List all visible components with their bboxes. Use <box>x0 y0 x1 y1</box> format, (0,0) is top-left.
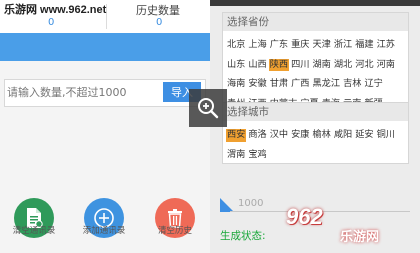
city-item[interactable]: 西安 <box>226 129 247 142</box>
zoom-in-icon <box>198 98 219 119</box>
province-item[interactable]: 福建 <box>354 39 374 52</box>
watermark: 乐游网 www.962.net <box>4 4 107 16</box>
contacts-count: 0 <box>48 17 55 28</box>
province-item[interactable]: 河南 <box>376 59 396 72</box>
status-strip <box>210 0 420 6</box>
province-item[interactable]: 广东 <box>269 39 289 52</box>
province-item[interactable]: 四川 <box>290 59 310 72</box>
quantity-input[interactable] <box>7 83 157 101</box>
province-item[interactable]: 湖南 <box>312 59 332 72</box>
province-item[interactable]: 湖北 <box>333 59 353 72</box>
clear-history-label: 清空历史 <box>157 226 192 236</box>
province-item[interactable]: 海南 <box>226 78 246 91</box>
right-screen: 选择省份 北京 上海 广东 重庆 天津 浙江 福建 江苏山东 山西 陕西 四川 湖南 湖北 河北 河南海南安… <box>210 0 420 253</box>
city-item[interactable]: 铜川 <box>376 129 396 142</box>
city-item[interactable]: 安康 <box>290 129 310 142</box>
import-row: 导入 <box>4 79 206 107</box>
add-contacts-label: 添加通讯录 <box>82 226 126 236</box>
city-item[interactable]: 渭南 <box>226 149 246 162</box>
brand-watermark: 962 <box>286 204 323 229</box>
province-item[interactable]: 山东 <box>226 59 246 72</box>
city-list: 西安 商洛 汉中 安康 榆林 咸阳 延安 铜川渭南 宝鸡 <box>223 121 408 163</box>
city-item[interactable]: 榆林 <box>312 129 332 142</box>
province-item[interactable]: 安徽 <box>247 78 267 91</box>
city-panel: 选择城市 西安 商洛 汉中 安康 榆林 咸阳 延安 铜川渭南 宝鸡 <box>222 102 409 164</box>
province-panel-title: 选择省份 <box>223 13 408 31</box>
province-item[interactable]: 吉林 <box>342 78 362 91</box>
city-item[interactable]: 延安 <box>354 129 374 142</box>
province-item[interactable]: 浙江 <box>333 39 353 52</box>
province-item[interactable]: 河北 <box>354 59 374 72</box>
province-item[interactable]: 重庆 <box>290 39 310 52</box>
city-panel-title: 选择城市 <box>223 103 408 121</box>
province-item[interactable]: 广西 <box>290 78 310 91</box>
stats-header: 0 历史数量 0 乐游网 www.962.net <box>0 0 210 34</box>
generate-status: 生成状态: <box>220 230 266 242</box>
left-screen: 0 历史数量 0 乐游网 www.962.net 导入 清空通讯录 添加通讯录 <box>0 0 210 253</box>
slider-handle[interactable] <box>220 198 234 212</box>
province-item[interactable]: 江苏 <box>376 39 396 52</box>
province-item[interactable]: 黑龙江 <box>312 78 342 91</box>
app-bar <box>0 33 210 61</box>
clear-contacts-label: 清空通讯录 <box>12 226 56 236</box>
city-item[interactable]: 宝鸡 <box>247 149 267 162</box>
province-item[interactable]: 山西 <box>247 59 267 72</box>
city-item[interactable]: 商洛 <box>247 129 267 142</box>
province-item[interactable]: 北京 <box>226 39 246 52</box>
province-item[interactable]: 甘肃 <box>269 78 289 91</box>
province-item[interactable]: 辽宁 <box>363 78 383 91</box>
slider-value: 1000 <box>238 198 264 209</box>
history-label: 历史数量 <box>136 4 180 17</box>
province-item[interactable]: 上海 <box>247 39 267 52</box>
province-item[interactable]: 陕西 <box>268 58 290 71</box>
history-count: 0 <box>156 17 163 28</box>
brand-watermark-sub: 乐游网 <box>340 230 380 245</box>
city-item[interactable]: 咸阳 <box>333 129 353 142</box>
city-item[interactable]: 汉中 <box>269 129 289 142</box>
zoom-button[interactable] <box>189 89 227 127</box>
province-item[interactable]: 天津 <box>312 39 332 52</box>
